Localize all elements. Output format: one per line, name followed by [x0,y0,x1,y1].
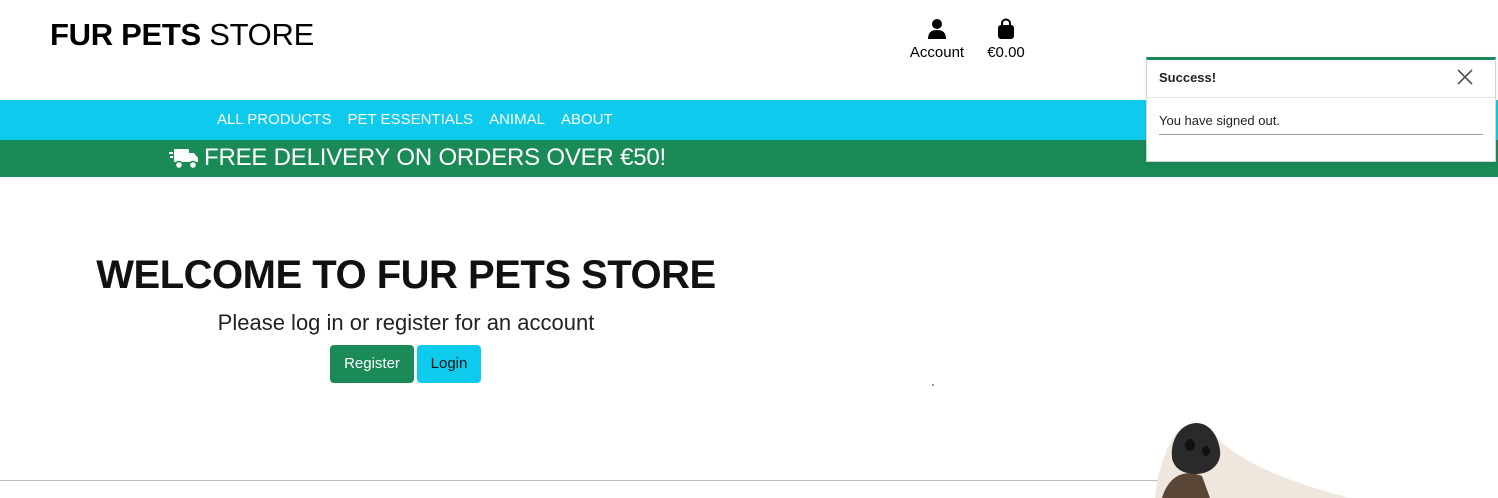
toast-title: Success! [1159,70,1217,85]
shopping-bag-icon [982,18,1030,40]
logo-light-text: STORE [209,17,314,52]
nav-item-all-products[interactable]: ALL PRODUCTS [217,111,331,128]
shopping-bag-link[interactable]: €0.00 [982,18,1030,61]
login-button[interactable]: Login [417,345,481,383]
toast-divider [1159,134,1483,135]
user-icon [905,18,969,40]
success-toast: Success! You have signed out. [1146,57,1496,162]
dog-image [1150,418,1350,498]
welcome-title: WELCOME TO FUR PETS STORE [96,253,716,297]
nav-item-pet-essentials[interactable]: PET ESSENTIALS [347,111,473,128]
account-link[interactable]: Account [905,18,969,61]
toast-header: Success! [1147,60,1495,98]
bag-total: €0.00 [987,44,1025,61]
delivery-banner-text: FREE DELIVERY ON ORDERS OVER €50! [204,144,666,171]
site-logo[interactable]: FUR PETS STORE [50,17,314,53]
account-label: Account [909,44,965,61]
close-icon[interactable] [1457,69,1473,85]
nav-item-animal[interactable]: ANIMAL [489,111,545,128]
decorative-dot [932,384,934,386]
logo-bold-text: FUR PETS [50,17,201,52]
nav-item-about[interactable]: ABOUT [561,111,613,128]
register-button[interactable]: Register [330,345,414,383]
truck-fast-icon [169,147,199,175]
footer-divider [0,480,1278,481]
toast-message: You have signed out. [1159,113,1280,128]
welcome-subtitle: Please log in or register for an account [217,310,595,335]
